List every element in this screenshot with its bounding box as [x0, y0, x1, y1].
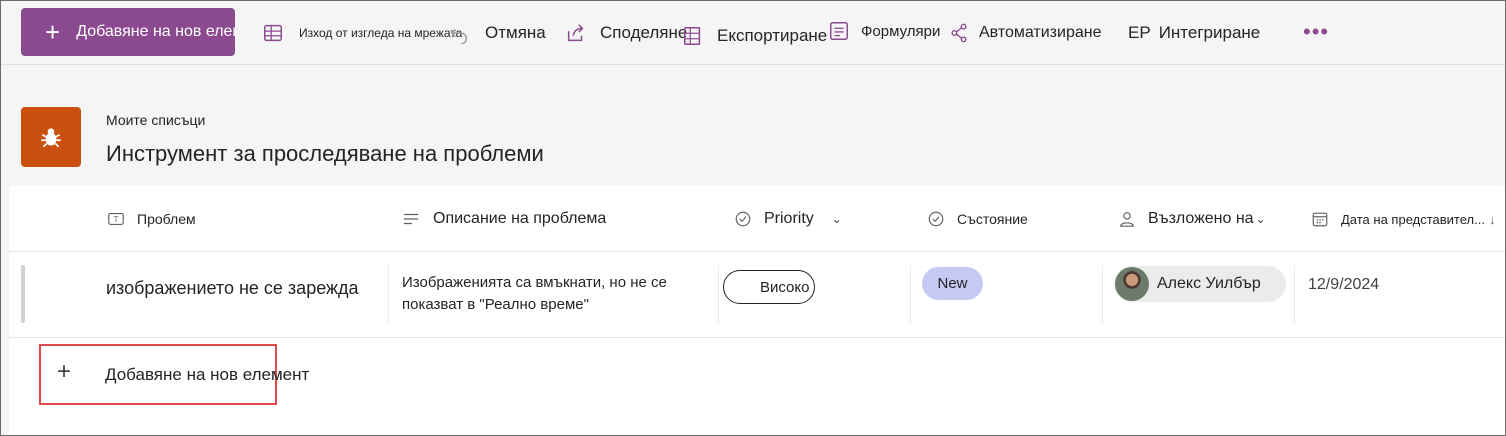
- plus-icon: +: [57, 358, 72, 385]
- choice-icon: [927, 210, 945, 228]
- add-new-item-label: Добавяне на нов елемент: [76, 23, 235, 40]
- automate-icon: [947, 21, 971, 45]
- cell-description[interactable]: Изображенията са вмъкнати, но не се пока…: [402, 272, 722, 316]
- more-options-icon[interactable]: •••: [1303, 19, 1329, 45]
- column-header-description[interactable]: Описание на проблема: [401, 189, 606, 249]
- chevron-down-icon[interactable]: ⌄: [832, 212, 842, 226]
- calendar-icon: [1311, 210, 1329, 228]
- export-button[interactable]: Експортиране: [681, 18, 827, 54]
- row-selection-handle[interactable]: [21, 265, 25, 323]
- integrate-label: Интегриране: [1158, 23, 1261, 42]
- plus-icon: +: [45, 17, 61, 47]
- exit-grid-view-label: Изход от изгледа на мрежата: [299, 26, 463, 40]
- integrate-prefix: ЕР: [1128, 23, 1151, 42]
- column-label: Проблем: [137, 211, 196, 227]
- app-frame: + Добавяне на нов елемент Изход от изгле…: [0, 0, 1506, 436]
- column-header-date[interactable]: Дата на представител... ↓: [1311, 189, 1495, 249]
- automate-button[interactable]: Автоматизиране: [947, 15, 1101, 51]
- header-divider: [9, 251, 1505, 252]
- exit-grid-view-button[interactable]: Изход от изгледа на мрежата: [261, 15, 462, 51]
- column-header-assigned-to[interactable]: Възложено на ⌄: [1118, 189, 1266, 249]
- undo-icon: [447, 21, 471, 45]
- cell-divider: [910, 265, 911, 325]
- column-label: Дата на представител...: [1341, 211, 1485, 227]
- column-label: Описание на проблема: [433, 210, 607, 227]
- add-new-item-row-button[interactable]: + Добавяне на нов елемент: [39, 344, 309, 405]
- person-icon: [1118, 210, 1136, 228]
- export-icon: [681, 24, 705, 48]
- cell-divider: [388, 265, 389, 325]
- cell-date[interactable]: 12/9/2024: [1308, 276, 1379, 294]
- multiline-text-icon: [401, 210, 421, 228]
- bug-list-icon: [21, 107, 81, 167]
- choice-icon: [734, 210, 752, 228]
- cell-divider: [1294, 265, 1295, 325]
- share-button[interactable]: Споделяне: [564, 15, 687, 51]
- undo-label: Отмяна: [485, 23, 546, 42]
- column-label: Priority: [764, 210, 814, 227]
- forms-icon: [827, 19, 851, 43]
- share-icon: [564, 21, 588, 45]
- undo-button[interactable]: Отмяна: [447, 15, 546, 51]
- forms-button[interactable]: Формуляри: [827, 13, 940, 49]
- chevron-down-icon[interactable]: ⌄: [1256, 212, 1266, 226]
- status-badge[interactable]: New: [922, 267, 983, 300]
- column-label: Възложено на: [1148, 210, 1254, 227]
- cell-problem[interactable]: изображението не се зарежда: [106, 278, 359, 299]
- integrate-button[interactable]: ЕР Интегриране: [1128, 15, 1260, 51]
- breadcrumb[interactable]: Моите списъци: [106, 112, 205, 128]
- priority-label: Високо: [760, 278, 810, 296]
- cell-divider: [1102, 265, 1103, 325]
- share-label: Споделяне: [600, 23, 688, 42]
- sort-arrow-icon[interactable]: ↓: [1489, 212, 1496, 227]
- text-icon: T: [107, 210, 125, 228]
- row-divider: [9, 337, 1505, 338]
- add-new-item-button[interactable]: + Добавяне на нов елемент: [21, 8, 235, 56]
- svg-text:T: T: [114, 215, 119, 224]
- column-header-priority[interactable]: Priority ⌄: [734, 189, 842, 249]
- assigned-person-chip[interactable]: Алекс Уилбър: [1114, 266, 1286, 302]
- column-header-status[interactable]: Състояние: [927, 189, 1028, 249]
- person-name: Алекс Уилбър: [1157, 275, 1261, 292]
- column-header-problem[interactable]: T Проблем: [107, 189, 196, 249]
- page-title: Инструмент за проследяване на проблеми: [106, 141, 544, 166]
- grid-icon: [261, 21, 285, 45]
- forms-label: Формуляри: [861, 22, 941, 40]
- avatar: [1115, 267, 1149, 301]
- export-label: Експортиране: [717, 26, 828, 45]
- priority-badge[interactable]: Високо: [723, 270, 815, 304]
- column-label: Състояние: [957, 211, 1028, 227]
- command-bar: + Добавяне на нов елемент Изход от изгле…: [1, 1, 1505, 65]
- automate-label: Автоматизиране: [979, 24, 1102, 41]
- add-new-item-row-label: Добавяне на нов елемент: [105, 365, 310, 384]
